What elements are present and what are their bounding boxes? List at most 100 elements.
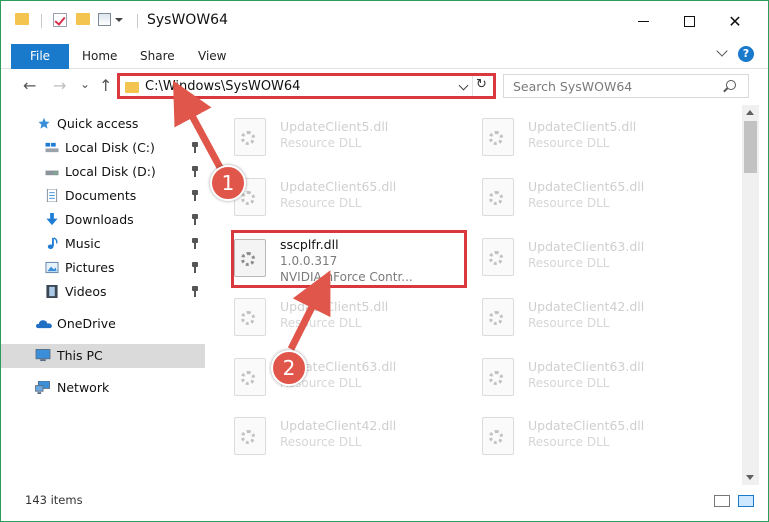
- pin-icon[interactable]: [191, 238, 199, 249]
- dll-file-icon: [482, 118, 514, 156]
- dll-file-icon: [234, 118, 266, 156]
- address-dropdown-icon[interactable]: [458, 80, 469, 91]
- address-path[interactable]: C:\Windows\SysWOW64: [145, 79, 300, 94]
- search-placeholder: Search SysWOW64: [513, 79, 633, 94]
- list-item[interactable]: UpdateClient63.dll Resource DLL: [458, 348, 688, 402]
- help-icon[interactable]: ?: [738, 46, 754, 62]
- properties-icon[interactable]: [98, 13, 111, 26]
- search-icon[interactable]: [726, 80, 736, 90]
- dll-file-icon: [482, 178, 514, 216]
- file-description: Resource DLL: [280, 136, 362, 150]
- pin-icon[interactable]: [191, 190, 199, 201]
- list-item[interactable]: UpdateClient63.dll Resource DLL: [210, 348, 440, 402]
- sidebar-item-local-disk-c[interactable]: Local Disk (C:): [1, 136, 205, 160]
- file-name: UpdateClient63.dll: [528, 359, 645, 374]
- sidebar-item-this-pc[interactable]: This PC: [1, 344, 205, 368]
- sidebar-item-documents[interactable]: Documents: [1, 184, 205, 208]
- list-item[interactable]: UpdateClient65.dll Resource DLL: [458, 168, 688, 222]
- sidebar-item-onedrive[interactable]: OneDrive: [1, 312, 205, 336]
- explorer-window: SysWOW64 ✕ File Home Share View ? ← → ⌄ …: [0, 0, 769, 522]
- navigation-bar: ← → ⌄ ↑ C:\Windows\SysWOW64 ↻ Search Sys…: [1, 69, 768, 103]
- tab-file[interactable]: File: [11, 44, 69, 69]
- tab-share[interactable]: Share: [140, 45, 175, 69]
- folder-icon[interactable]: [15, 13, 29, 25]
- sidebar-item-label: Quick access: [57, 116, 139, 131]
- scroll-down-icon[interactable]: [746, 475, 754, 480]
- cloud-icon: [36, 320, 52, 329]
- pin-icon[interactable]: [191, 214, 199, 225]
- documents-icon: [46, 189, 58, 202]
- file-name: UpdateClient42.dll: [528, 299, 645, 314]
- sidebar-item-label: Downloads: [65, 212, 134, 227]
- dll-file-icon: [234, 417, 266, 455]
- pin-icon[interactable]: [191, 142, 199, 153]
- tab-view[interactable]: View: [198, 45, 226, 69]
- gear-icon: [489, 371, 503, 385]
- file-name: UpdateClient42.dll: [280, 418, 397, 433]
- gear-icon: [241, 371, 255, 385]
- sidebar-item-network[interactable]: Network: [1, 376, 205, 400]
- scroll-up-icon[interactable]: [746, 110, 754, 115]
- properties-check-icon[interactable]: [53, 13, 67, 27]
- list-item[interactable]: UpdateClient5.dll Resource DLL: [458, 108, 688, 162]
- minimize-button[interactable]: [621, 1, 665, 41]
- sidebar-item-label: Local Disk (D:): [65, 164, 156, 179]
- up-arrow-icon[interactable]: ↑: [99, 76, 112, 95]
- item-count: 143 items: [25, 493, 83, 507]
- close-button[interactable]: ✕: [713, 1, 757, 41]
- pin-icon[interactable]: [191, 166, 199, 177]
- file-description: Resource DLL: [528, 376, 610, 390]
- file-description: Resource DLL: [528, 256, 610, 270]
- vertical-scrollbar[interactable]: [742, 105, 759, 485]
- divider: [472, 76, 473, 96]
- back-arrow-icon[interactable]: ←: [23, 76, 36, 95]
- pin-icon[interactable]: [191, 262, 199, 273]
- new-folder-icon[interactable]: [76, 13, 90, 25]
- maximize-button[interactable]: [667, 1, 711, 41]
- gear-icon: [241, 311, 255, 325]
- file-name: UpdateClient5.dll: [528, 119, 637, 134]
- gear-icon: [241, 191, 255, 205]
- sidebar-item-videos[interactable]: Videos: [1, 280, 205, 304]
- step-badge-2: 2: [271, 350, 307, 386]
- sidebar-item-downloads[interactable]: Downloads: [1, 208, 205, 232]
- list-item[interactable]: UpdateClient42.dll Resource DLL: [210, 407, 440, 461]
- ribbon-tabs: File Home Share View: [1, 41, 768, 69]
- sidebar-item-label: Music: [65, 236, 101, 251]
- sidebar-item-music[interactable]: Music: [1, 232, 205, 256]
- gear-icon: [489, 131, 503, 145]
- large-icons-view-icon[interactable]: [738, 495, 754, 507]
- file-description: Resource DLL: [528, 136, 610, 150]
- computer-icon: [35, 349, 51, 362]
- sidebar-item-local-disk-d[interactable]: Local Disk (D:): [1, 160, 205, 184]
- search-input[interactable]: Search SysWOW64: [503, 74, 749, 98]
- customize-toolbar-dropdown-icon[interactable]: [115, 18, 123, 22]
- sidebar-item-pictures[interactable]: Pictures: [1, 256, 205, 280]
- list-item[interactable]: UpdateClient5.dll Resource DLL: [210, 288, 440, 342]
- pin-icon[interactable]: [191, 286, 199, 297]
- folder-icon: [125, 82, 139, 93]
- maximize-icon: [683, 15, 695, 27]
- file-description: Resource DLL: [528, 435, 610, 449]
- list-item[interactable]: UpdateClient5.dll Resource DLL: [210, 108, 440, 162]
- details-view-icon[interactable]: [714, 495, 730, 507]
- refresh-icon[interactable]: ↻: [476, 77, 487, 92]
- tab-home[interactable]: Home: [82, 45, 117, 69]
- address-bar[interactable]: C:\Windows\SysWOW64 ↻: [117, 73, 496, 99]
- file-name: UpdateClient5.dll: [280, 119, 389, 134]
- gear-icon: [489, 311, 503, 325]
- file-name: UpdateClient65.dll: [528, 418, 645, 433]
- list-item[interactable]: UpdateClient63.dll Resource DLL: [458, 228, 688, 282]
- list-item[interactable]: UpdateClient65.dll Resource DLL: [458, 407, 688, 461]
- file-name: UpdateClient65.dll: [280, 179, 397, 194]
- music-note-icon: [47, 237, 58, 249]
- gear-icon: [489, 251, 503, 265]
- dll-file-icon: [482, 298, 514, 336]
- file-description: Resource DLL: [280, 316, 362, 330]
- scrollbar-thumb[interactable]: [744, 121, 757, 173]
- recent-locations-icon[interactable]: ⌄: [80, 77, 90, 91]
- list-item[interactable]: UpdateClient42.dll Resource DLL: [458, 288, 688, 342]
- pictures-icon: [45, 261, 59, 274]
- forward-arrow-icon[interactable]: →: [53, 76, 66, 95]
- sidebar-item-quick-access[interactable]: Quick access: [1, 112, 205, 136]
